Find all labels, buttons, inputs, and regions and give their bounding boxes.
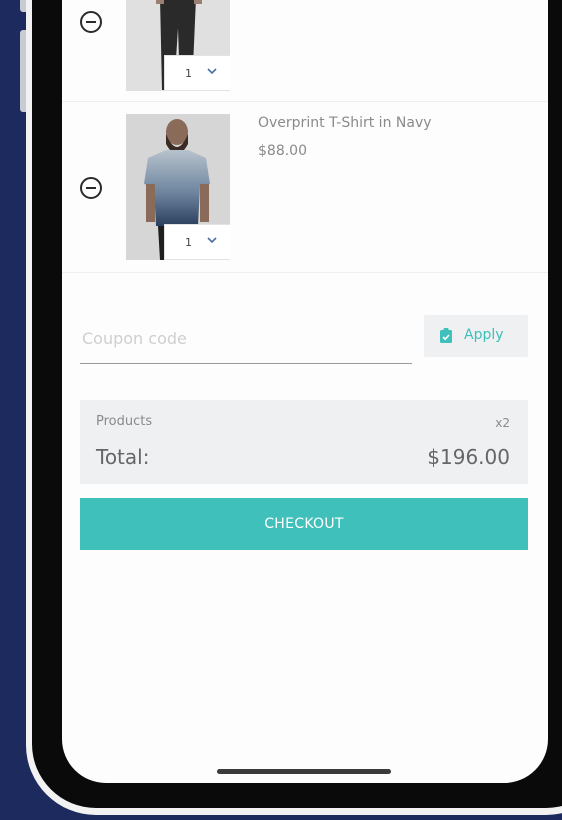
quantity-select[interactable]: 1 — [164, 224, 230, 260]
total-label: Total: — [96, 445, 150, 469]
chevron-down-icon — [207, 68, 217, 75]
remove-item-button[interactable] — [80, 177, 102, 199]
apply-coupon-button[interactable]: Apply — [424, 315, 528, 357]
chevron-down-icon — [207, 237, 217, 244]
products-label: Products — [96, 414, 153, 429]
cart-item: 1 — [62, 0, 548, 102]
quantity-select[interactable]: 1 — [164, 55, 230, 91]
remove-item-button[interactable] — [80, 11, 102, 33]
app-stage: 1 1 Overprint T-Shirt in Navy $88.00 Cou… — [0, 0, 562, 820]
item-price: $88.00 — [258, 143, 307, 159]
coupon-code-input[interactable] — [80, 314, 412, 364]
checkout-button[interactable]: CHECKOUT — [80, 498, 528, 550]
home-indicator — [217, 769, 391, 774]
apply-label: Apply — [464, 327, 504, 343]
quantity-value: 1 — [185, 67, 192, 80]
item-name: Overprint T-Shirt in Navy — [258, 115, 432, 131]
product-image: 1 — [126, 114, 230, 260]
order-summary: Products x2 Total: $196.00 — [80, 400, 528, 484]
cart-screen: 1 1 Overprint T-Shirt in Navy $88.00 Cou… — [62, 0, 548, 783]
cart-item: 1 Overprint T-Shirt in Navy $88.00 — [62, 101, 548, 273]
quantity-value: 1 — [185, 236, 192, 249]
product-image: 1 — [126, 0, 230, 91]
products-count: x2 — [495, 416, 510, 430]
total-value: $196.00 — [427, 445, 510, 469]
clipboard-check-icon — [440, 328, 452, 343]
